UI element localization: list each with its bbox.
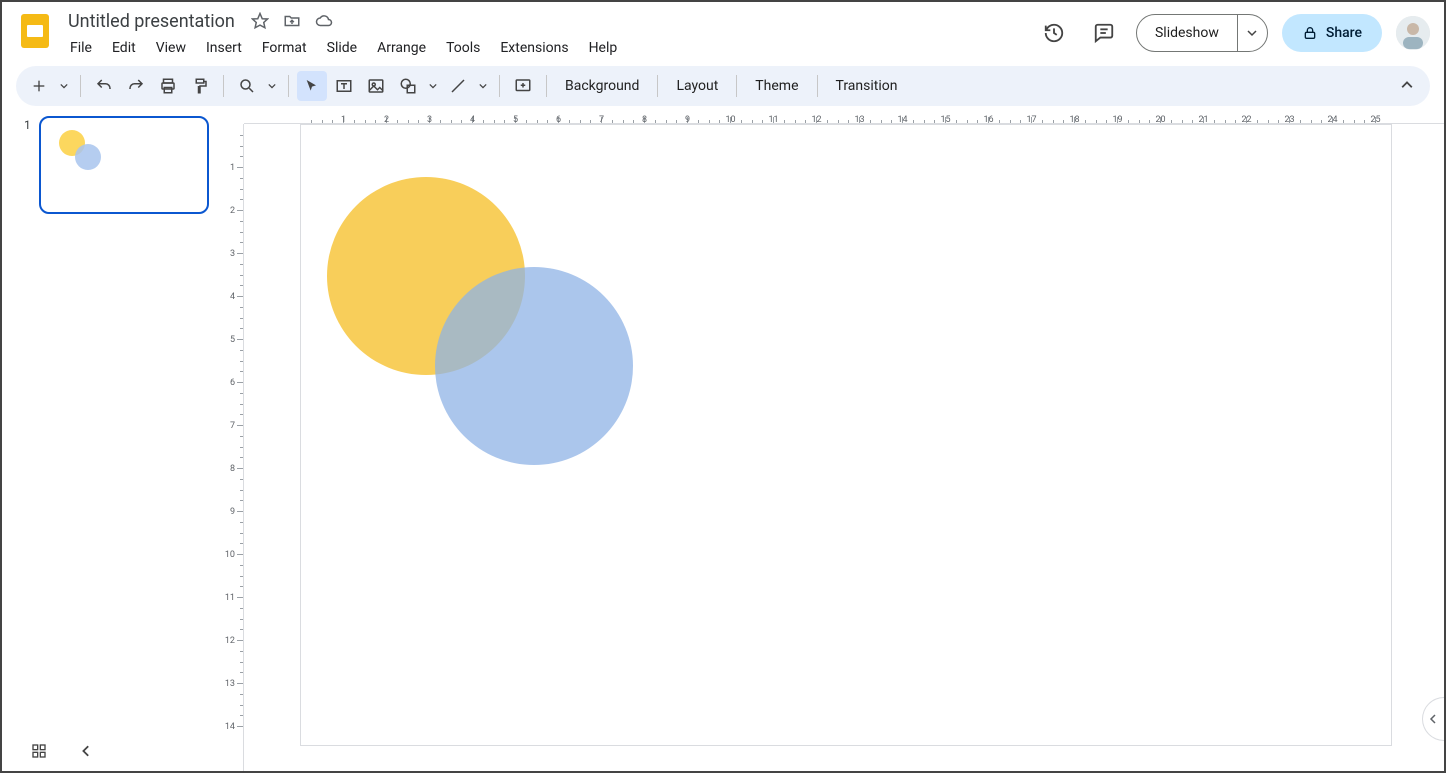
share-label: Share [1326,25,1362,41]
workspace: 1 12345678910111213141516171819202122232… [2,106,1444,771]
new-slide-button[interactable] [24,71,54,101]
menu-insert[interactable]: Insert [198,36,250,60]
shape-tool[interactable] [393,71,423,101]
undo-button[interactable] [89,71,119,101]
filmstrip-collapse-icon[interactable] [78,742,96,760]
horizontal-ruler[interactable]: 1234567891011121314151617181920212223242… [244,106,1444,124]
new-slide-dropdown[interactable] [56,71,72,101]
comments-icon[interactable] [1086,15,1122,51]
slideshow-main[interactable]: Slideshow [1137,15,1237,51]
toolbar-separator [288,75,289,97]
share-button[interactable]: Share [1282,14,1382,52]
menu-tools[interactable]: Tools [438,36,488,60]
background-button[interactable]: Background [555,78,649,94]
layout-button[interactable]: Layout [666,78,728,94]
canvas-area: 1234567891011121314151617181920212223242… [220,106,1444,771]
menu-arrange[interactable]: Arrange [369,36,434,60]
doc-title-input[interactable]: Untitled presentation [62,11,241,32]
zoom-button[interactable] [232,71,262,101]
slide-canvas[interactable] [300,124,1392,746]
filmstrip-footer [2,731,220,771]
slide-thumbnail-1[interactable] [39,116,209,214]
history-icon[interactable] [1036,15,1072,51]
title-icons [251,12,333,30]
redo-button[interactable] [121,71,151,101]
slideshow-dropdown[interactable] [1237,15,1267,51]
cloud-status-icon[interactable] [315,12,333,30]
title-area: Untitled presentation File Edit View Ins… [62,8,625,60]
menu-slide[interactable]: Slide [319,36,365,60]
menu-file[interactable]: File [62,36,100,60]
star-icon[interactable] [251,12,269,30]
grid-view-icon[interactable] [30,742,48,760]
image-tool[interactable] [361,71,391,101]
toolbar-separator [546,75,547,97]
paint-format-button[interactable] [185,71,215,101]
toolbar: Background Layout Theme Transition [16,66,1430,106]
header-right: Slideshow Share [1036,14,1430,52]
toolbar-separator [736,75,737,97]
comment-add-button[interactable] [508,71,538,101]
zoom-dropdown[interactable] [264,71,280,101]
app-header: Untitled presentation File Edit View Ins… [2,2,1444,62]
menu-format[interactable]: Format [254,36,315,60]
menubar: File Edit View Insert Format Slide Arran… [62,36,625,60]
textbox-tool[interactable] [329,71,359,101]
menu-extensions[interactable]: Extensions [492,36,576,60]
theme-button[interactable]: Theme [745,78,808,94]
filmstrip: 1 [2,106,220,771]
menu-view[interactable]: View [148,36,194,60]
account-avatar[interactable] [1396,16,1430,50]
menu-edit[interactable]: Edit [104,36,144,60]
toolbar-separator [80,75,81,97]
vertical-ruler[interactable]: 1234567891011121314 [220,124,244,771]
toolbar-separator [223,75,224,97]
select-tool[interactable] [297,71,327,101]
toolbar-collapse-button[interactable] [1392,71,1422,101]
line-dropdown[interactable] [475,71,491,101]
transition-button[interactable]: Transition [826,78,908,94]
menu-help[interactable]: Help [581,36,626,60]
thumb-blue-circle [75,144,101,170]
slide-viewport [244,124,1444,771]
print-button[interactable] [153,71,183,101]
slides-logo[interactable] [16,10,56,50]
shape-dropdown[interactable] [425,71,441,101]
move-icon[interactable] [283,12,301,30]
title-row: Untitled presentation [62,8,625,34]
toolbar-separator [817,75,818,97]
toolbar-separator [499,75,500,97]
line-tool[interactable] [443,71,473,101]
slide-number: 1 [24,118,31,132]
toolbar-separator [657,75,658,97]
slideshow-button: Slideshow [1136,14,1268,52]
lock-icon [1302,25,1318,41]
thumbnail-row: 1 [2,116,220,214]
shape-blue-circle[interactable] [435,267,633,465]
